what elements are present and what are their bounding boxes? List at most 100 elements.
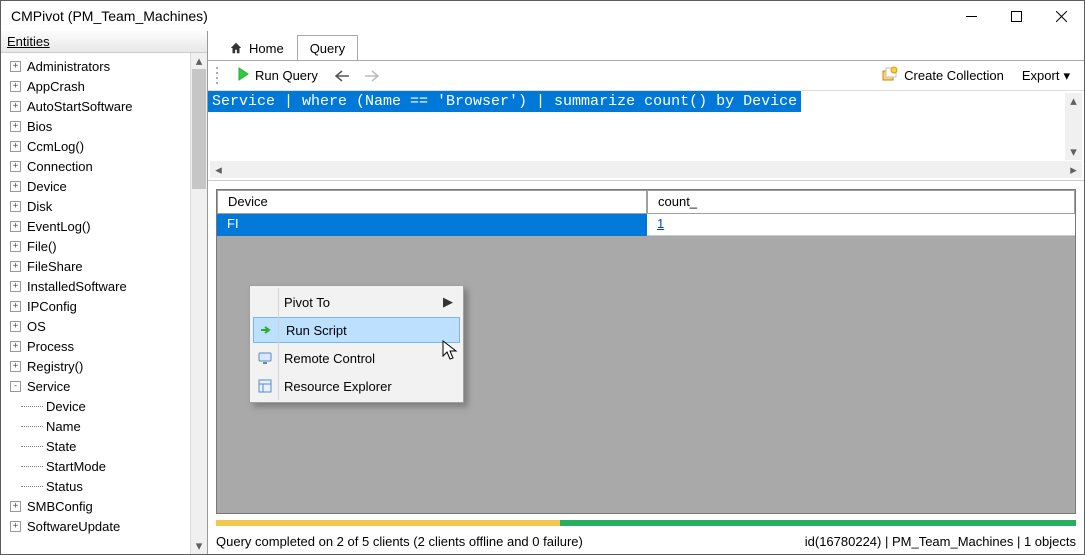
scroll-thumb[interactable] — [192, 69, 206, 189]
expand-icon[interactable]: + — [10, 81, 21, 92]
expand-icon[interactable]: + — [10, 61, 21, 72]
expand-icon[interactable]: + — [10, 161, 21, 172]
cell-value: 1 — [657, 216, 664, 231]
scroll-down-icon[interactable]: ▾ — [1065, 144, 1082, 160]
tree-label: Disk — [27, 199, 52, 214]
run-query-button[interactable]: Run Query — [230, 65, 324, 86]
scroll-up-icon[interactable]: ▴ — [191, 53, 207, 69]
tree-label: StartMode — [46, 459, 106, 474]
menu-item-pivot-to[interactable]: Pivot To ▶ — [252, 288, 461, 316]
tree-node[interactable]: +Process — [1, 336, 190, 356]
expand-icon[interactable]: + — [10, 321, 21, 332]
entities-panel: Entities +Administrators +AppCrash +Auto… — [1, 31, 208, 554]
toolbar-grip-icon — [216, 67, 220, 85]
results-cell-count[interactable]: 1 — [647, 214, 1075, 236]
tree-node[interactable]: +AppCrash — [1, 76, 190, 96]
entities-tree[interactable]: +Administrators +AppCrash + AutoStartSoft… — [1, 53, 190, 554]
tree-child[interactable]: Status — [1, 476, 190, 496]
tree-node[interactable]: +Registry() — [1, 356, 190, 376]
close-button[interactable] — [1039, 1, 1084, 31]
query-editor[interactable]: Service | where (Name == 'Browser') | su… — [208, 91, 1084, 181]
tree-branch-icon — [21, 446, 43, 447]
tree-child[interactable]: Device — [1, 396, 190, 416]
expand-icon[interactable]: + — [10, 281, 21, 292]
minimize-button[interactable] — [949, 1, 994, 31]
expand-icon[interactable]: + — [10, 221, 21, 232]
tab-strip: Home Query — [208, 31, 1084, 61]
tree-node[interactable]: + AutoStartSoftware — [1, 96, 190, 116]
run-script-icon — [258, 321, 276, 339]
export-button[interactable]: Export ▾ — [1016, 66, 1076, 86]
context-menu: Pivot To ▶ Run Script Remote Control Res… — [249, 285, 464, 403]
expand-icon[interactable]: + — [10, 361, 21, 372]
scroll-down-icon[interactable]: ▾ — [191, 538, 207, 554]
tab-home[interactable]: Home — [216, 35, 297, 61]
expand-icon[interactable]: + — [10, 341, 21, 352]
query-text[interactable]: Service | where (Name == 'Browser') | su… — [208, 91, 801, 112]
tree-child[interactable]: State — [1, 436, 190, 456]
tree-node[interactable]: +SMBConfig — [1, 496, 190, 516]
tree-node[interactable]: + IPConfig — [1, 296, 190, 316]
tree-node[interactable]: + Disk — [1, 196, 190, 216]
tree-label: Name — [46, 419, 81, 434]
collapse-icon[interactable]: - — [10, 381, 21, 392]
editor-scrollbar-horizontal[interactable]: ◂ ▸ — [210, 161, 1082, 178]
tree-child[interactable]: StartMode — [1, 456, 190, 476]
expand-icon[interactable]: + — [10, 501, 21, 512]
entities-scrollbar[interactable]: ▴ ▾ — [190, 53, 207, 554]
scroll-left-icon[interactable]: ◂ — [210, 162, 227, 178]
tree-node[interactable]: + SoftwareUpdate — [1, 516, 190, 536]
status-bar: Query completed on 2 of 5 clients (2 cli… — [208, 514, 1084, 554]
expand-icon[interactable]: + — [10, 121, 21, 132]
tree-node[interactable]: +OS — [1, 316, 190, 336]
expand-icon[interactable]: + — [10, 181, 21, 192]
tree-label: SoftwareUpdate — [27, 519, 120, 534]
play-icon — [236, 67, 250, 84]
results-header-device[interactable]: Device — [217, 190, 647, 214]
tree-node[interactable]: +CcmLog() — [1, 136, 190, 156]
expand-icon[interactable]: + — [10, 301, 21, 312]
back-button[interactable] — [330, 64, 354, 88]
expand-icon[interactable]: + — [10, 141, 21, 152]
forward-button[interactable] — [360, 64, 384, 88]
results-row-selected[interactable]: FI 1 — [217, 214, 1075, 236]
toolbar: Run Query Create Collection Export ▾ — [208, 61, 1084, 91]
tab-query[interactable]: Query — [297, 35, 358, 61]
tree-node[interactable]: +Connection — [1, 156, 190, 176]
tree-label: IPConfig — [27, 299, 77, 314]
maximize-button[interactable] — [994, 1, 1039, 31]
status-line: Query completed on 2 of 5 clients (2 cli… — [208, 528, 1084, 554]
window-title: CMPivot (PM_Team_Machines) — [11, 8, 949, 24]
tree-node[interactable]: +Device — [1, 176, 190, 196]
expand-icon[interactable]: + — [10, 201, 21, 212]
tree-node[interactable]: +File() — [1, 236, 190, 256]
editor-scrollbar-vertical[interactable]: ▴ ▾ — [1065, 93, 1082, 160]
scroll-up-icon[interactable]: ▴ — [1065, 93, 1082, 109]
tab-home-label: Home — [249, 41, 284, 56]
tree-node[interactable]: +InstalledSoftware — [1, 276, 190, 296]
results-cell-device[interactable]: FI — [217, 214, 647, 236]
status-right: id(16780224) | PM_Team_Machines | 1 obje… — [805, 534, 1076, 549]
tree-label: Bios — [27, 119, 52, 134]
create-collection-button[interactable]: Create Collection — [876, 64, 1010, 87]
tree-child[interactable]: Name — [1, 416, 190, 436]
expand-icon[interactable]: + — [10, 241, 21, 252]
menu-item-remote-control[interactable]: Remote Control — [252, 344, 461, 372]
tree-node[interactable]: + Bios — [1, 116, 190, 136]
expand-icon[interactable]: + — [10, 261, 21, 272]
tree-node[interactable]: +EventLog() — [1, 216, 190, 236]
tree-label: State — [46, 439, 76, 454]
expand-icon[interactable]: + — [10, 101, 21, 112]
app-window: CMPivot (PM_Team_Machines) Entities +Adm… — [0, 0, 1085, 555]
tree-node[interactable]: +FileShare — [1, 256, 190, 276]
tree-node-service[interactable]: -Service — [1, 376, 190, 396]
menu-item-resource-explorer[interactable]: Resource Explorer — [252, 372, 461, 400]
expand-icon[interactable]: + — [10, 521, 21, 532]
results-header-count[interactable]: count_ — [647, 190, 1075, 214]
menu-label: Pivot To — [284, 295, 330, 310]
scroll-right-icon[interactable]: ▸ — [1065, 162, 1082, 178]
tree-node[interactable]: +Administrators — [1, 56, 190, 76]
status-left: Query completed on 2 of 5 clients (2 cli… — [216, 534, 583, 549]
menu-item-run-script[interactable]: Run Script — [253, 317, 460, 343]
tree-label: AutoStartSoftware — [27, 99, 133, 114]
